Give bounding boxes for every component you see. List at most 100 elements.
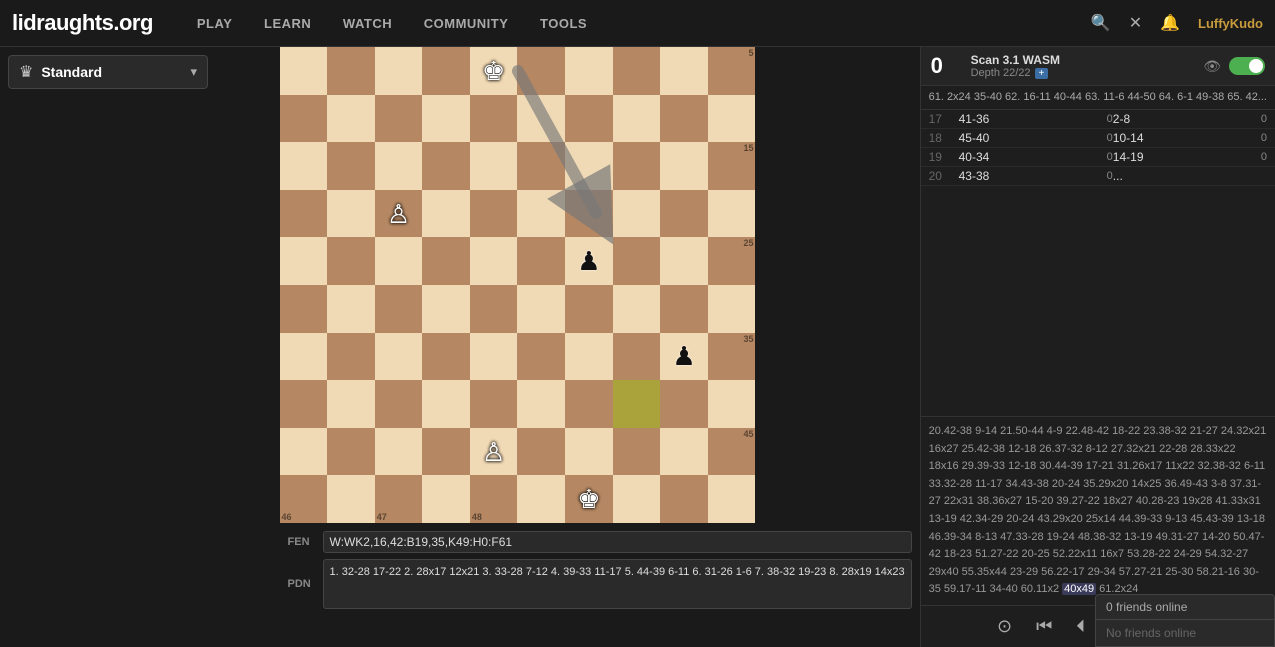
board-cell[interactable] [517, 475, 565, 523]
move-white[interactable]: 40-34 [959, 150, 1063, 164]
board-cell[interactable] [565, 95, 613, 143]
white-king[interactable]: ♚ [482, 58, 505, 84]
board-cell[interactable] [708, 285, 756, 333]
board-cell[interactable] [470, 333, 518, 381]
board-cell[interactable] [470, 95, 518, 143]
board-cell[interactable] [375, 380, 423, 428]
close-icon[interactable]: ✕ [1129, 13, 1142, 33]
board-cell[interactable] [660, 428, 708, 476]
board-cell[interactable] [422, 285, 470, 333]
engine-toggle[interactable] [1229, 57, 1265, 75]
board-cell[interactable] [422, 380, 470, 428]
board-cell[interactable] [375, 142, 423, 190]
board-cell[interactable] [470, 285, 518, 333]
board-cell[interactable]: ♟ [660, 333, 708, 381]
board-cell[interactable] [422, 47, 470, 95]
board-cell[interactable] [565, 190, 613, 238]
nav-tools[interactable]: TOOLS [540, 16, 587, 31]
board-cell[interactable] [517, 428, 565, 476]
board-cell[interactable] [660, 237, 708, 285]
board-cell[interactable] [660, 142, 708, 190]
board-cell[interactable] [280, 237, 328, 285]
board-cell[interactable] [708, 95, 756, 143]
board-cell[interactable]: 35 [708, 333, 756, 381]
eye-icon[interactable]: 👁 [1203, 58, 1221, 75]
board-cell[interactable] [280, 47, 328, 95]
board-cell[interactable] [470, 142, 518, 190]
board-cell[interactable] [327, 95, 375, 143]
move-black[interactable]: 2-8 [1113, 112, 1217, 126]
board-cell[interactable]: ♙ [470, 428, 518, 476]
board-cell[interactable] [565, 333, 613, 381]
board-cell[interactable] [327, 333, 375, 381]
board-cell[interactable] [375, 95, 423, 143]
board-cell[interactable] [422, 428, 470, 476]
move-white[interactable]: 41-36 [959, 112, 1063, 126]
board-cell[interactable] [375, 333, 423, 381]
move-black[interactable]: ... [1113, 169, 1217, 183]
board-cell[interactable] [517, 190, 565, 238]
board-cell[interactable] [613, 285, 661, 333]
board-cell[interactable] [375, 428, 423, 476]
board[interactable]: ♚515♙♟25♟35♙45464748♚ [280, 47, 756, 523]
board-cell[interactable] [327, 237, 375, 285]
board-cell[interactable]: 47 [375, 475, 423, 523]
start-button[interactable]: ⏮ [1032, 614, 1056, 639]
board-cell[interactable] [422, 333, 470, 381]
board-cell[interactable] [517, 142, 565, 190]
board-cell[interactable] [422, 95, 470, 143]
board-cell[interactable] [613, 142, 661, 190]
board-cell[interactable] [660, 380, 708, 428]
board-cell[interactable] [280, 285, 328, 333]
board-cell[interactable] [517, 237, 565, 285]
target-button[interactable]: ⊙ [993, 614, 1016, 639]
board-cell[interactable] [565, 285, 613, 333]
board-cell[interactable] [470, 237, 518, 285]
prev-button[interactable]: ⏴ [1072, 614, 1089, 639]
board-cell[interactable] [280, 190, 328, 238]
board-cell[interactable] [660, 475, 708, 523]
board-cell[interactable] [613, 380, 661, 428]
white-pawn[interactable]: ♙ [387, 201, 410, 227]
variant-selector[interactable]: ♛ Standard ▾ [8, 55, 208, 89]
board-cell[interactable] [613, 190, 661, 238]
board-cell[interactable] [327, 285, 375, 333]
board-cell[interactable] [565, 47, 613, 95]
move-black[interactable]: 10-14 [1113, 131, 1217, 145]
move-white[interactable]: 45-40 [959, 131, 1063, 145]
board-cell[interactable] [660, 47, 708, 95]
board-cell[interactable] [327, 47, 375, 95]
board-cell[interactable] [422, 475, 470, 523]
board-cell[interactable] [613, 333, 661, 381]
board-cell[interactable] [660, 190, 708, 238]
username[interactable]: LuffyKudo [1198, 16, 1263, 31]
board-cell[interactable] [375, 47, 423, 95]
board-cell[interactable] [422, 190, 470, 238]
board-cell[interactable]: 45 [708, 428, 756, 476]
board-cell[interactable] [375, 285, 423, 333]
board-cell[interactable] [470, 380, 518, 428]
board-cell[interactable] [470, 190, 518, 238]
analysis-lines[interactable]: 20.42-38 9-14 21.50-44 4-9 22.48-42 18-2… [921, 416, 1275, 605]
board-cell[interactable]: 5 [708, 47, 756, 95]
board-cell[interactable] [613, 475, 661, 523]
board-cell[interactable] [517, 95, 565, 143]
black-pawn[interactable]: ♟ [577, 248, 600, 274]
move-black[interactable]: 14-19 [1113, 150, 1217, 164]
board-cell[interactable] [422, 237, 470, 285]
board-cell[interactable] [517, 285, 565, 333]
board-cell[interactable] [327, 428, 375, 476]
board-cell[interactable] [375, 237, 423, 285]
board-cell[interactable] [708, 190, 756, 238]
board-cell[interactable] [613, 237, 661, 285]
board-cell[interactable] [280, 142, 328, 190]
board-cell[interactable] [565, 142, 613, 190]
board-cell[interactable]: ♙ [375, 190, 423, 238]
depth-badge[interactable]: + [1035, 68, 1049, 79]
bell-icon[interactable]: 🔔 [1160, 13, 1180, 33]
board-cell[interactable] [660, 95, 708, 143]
board-cell[interactable]: ♟ [565, 237, 613, 285]
board-cell[interactable] [517, 47, 565, 95]
board-cell[interactable]: ♚ [565, 475, 613, 523]
black-pawn[interactable]: ♟ [672, 343, 695, 369]
